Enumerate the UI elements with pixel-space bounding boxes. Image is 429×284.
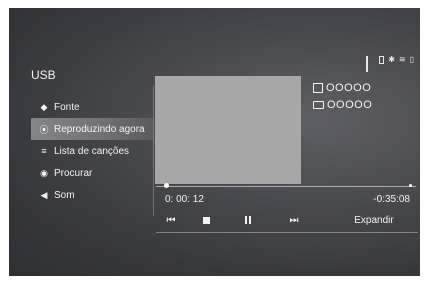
next-track-button[interactable]: ⏭ <box>283 209 305 231</box>
sidebar-item-som[interactable]: ◀ Som <box>31 184 153 206</box>
folder-icon <box>313 101 324 109</box>
sidebar-item-label: Fonte <box>54 101 80 113</box>
bluetooth-icon: ✱ <box>388 55 395 64</box>
previous-icon: ⏮ <box>166 214 176 226</box>
eye-icon: ◉ <box>40 167 48 178</box>
playlist-icon: ≡ <box>41 146 47 156</box>
battery-icon <box>379 56 385 64</box>
sidebar-menu: ◆ Fonte ⦿ Reproduzindo agora ≡ Lista de … <box>31 96 153 206</box>
progress-knob[interactable] <box>163 183 169 188</box>
status-bar: ✱ ≋ ▯ <box>366 55 414 72</box>
track-file: OOOOO <box>313 82 371 94</box>
expand-button[interactable]: Expandir <box>339 209 409 231</box>
sidebar-item-label: Lista de canções <box>54 145 130 157</box>
track-file-name: OOOOO <box>326 82 372 94</box>
play-circle-icon: ⦿ <box>39 124 49 135</box>
file-icon <box>313 83 323 93</box>
usb-audio-screen: ✱ ≋ ▯ USB ◆ Fonte ⦿ Reproduzindo agora ≡… <box>9 8 420 276</box>
album-art <box>155 76 301 184</box>
sidebar-item-lista-de-cancoes[interactable]: ≡ Lista de canções <box>31 140 153 162</box>
pause-icon <box>245 216 251 224</box>
pause-button[interactable] <box>238 209 258 231</box>
signal-icon <box>366 56 375 72</box>
next-icon: ⏭ <box>289 214 299 226</box>
previous-track-button[interactable]: ⏮ <box>156 209 186 231</box>
network-icon: ▯ <box>409 55 414 64</box>
expand-label: Expandir <box>354 214 394 226</box>
progress-end-marker <box>409 184 412 187</box>
remaining-time: -0:35:08 <box>373 194 410 205</box>
sidebar-item-label: Procurar <box>54 167 93 179</box>
track-folder-name: OOOOO <box>327 99 373 111</box>
stop-button[interactable] <box>196 209 216 231</box>
source-icon: ◆ <box>40 101 48 112</box>
sidebar-item-procurar[interactable]: ◉ Procurar <box>31 162 153 184</box>
stop-icon <box>202 216 210 224</box>
controls-underline <box>156 232 418 233</box>
sidebar-item-label: Som <box>54 189 75 201</box>
track-folder: OOOOO <box>313 99 372 111</box>
sidebar-item-reproduzindo-agora[interactable]: ⦿ Reproduzindo agora <box>31 118 153 140</box>
sidebar-item-fonte[interactable]: ◆ Fonte <box>31 96 153 118</box>
progress-bar[interactable] <box>156 186 416 187</box>
elapsed-time: 0: 00: 12 <box>165 194 204 205</box>
sidebar-divider <box>153 86 154 216</box>
sidebar-item-label: Reproduzindo agora <box>54 123 145 135</box>
page-title: USB <box>31 68 56 82</box>
playback-controls: ⏮ ⏭ Expandir <box>156 209 418 233</box>
speaker-icon: ◀ <box>40 189 48 200</box>
wifi-icon: ≋ <box>398 55 406 64</box>
